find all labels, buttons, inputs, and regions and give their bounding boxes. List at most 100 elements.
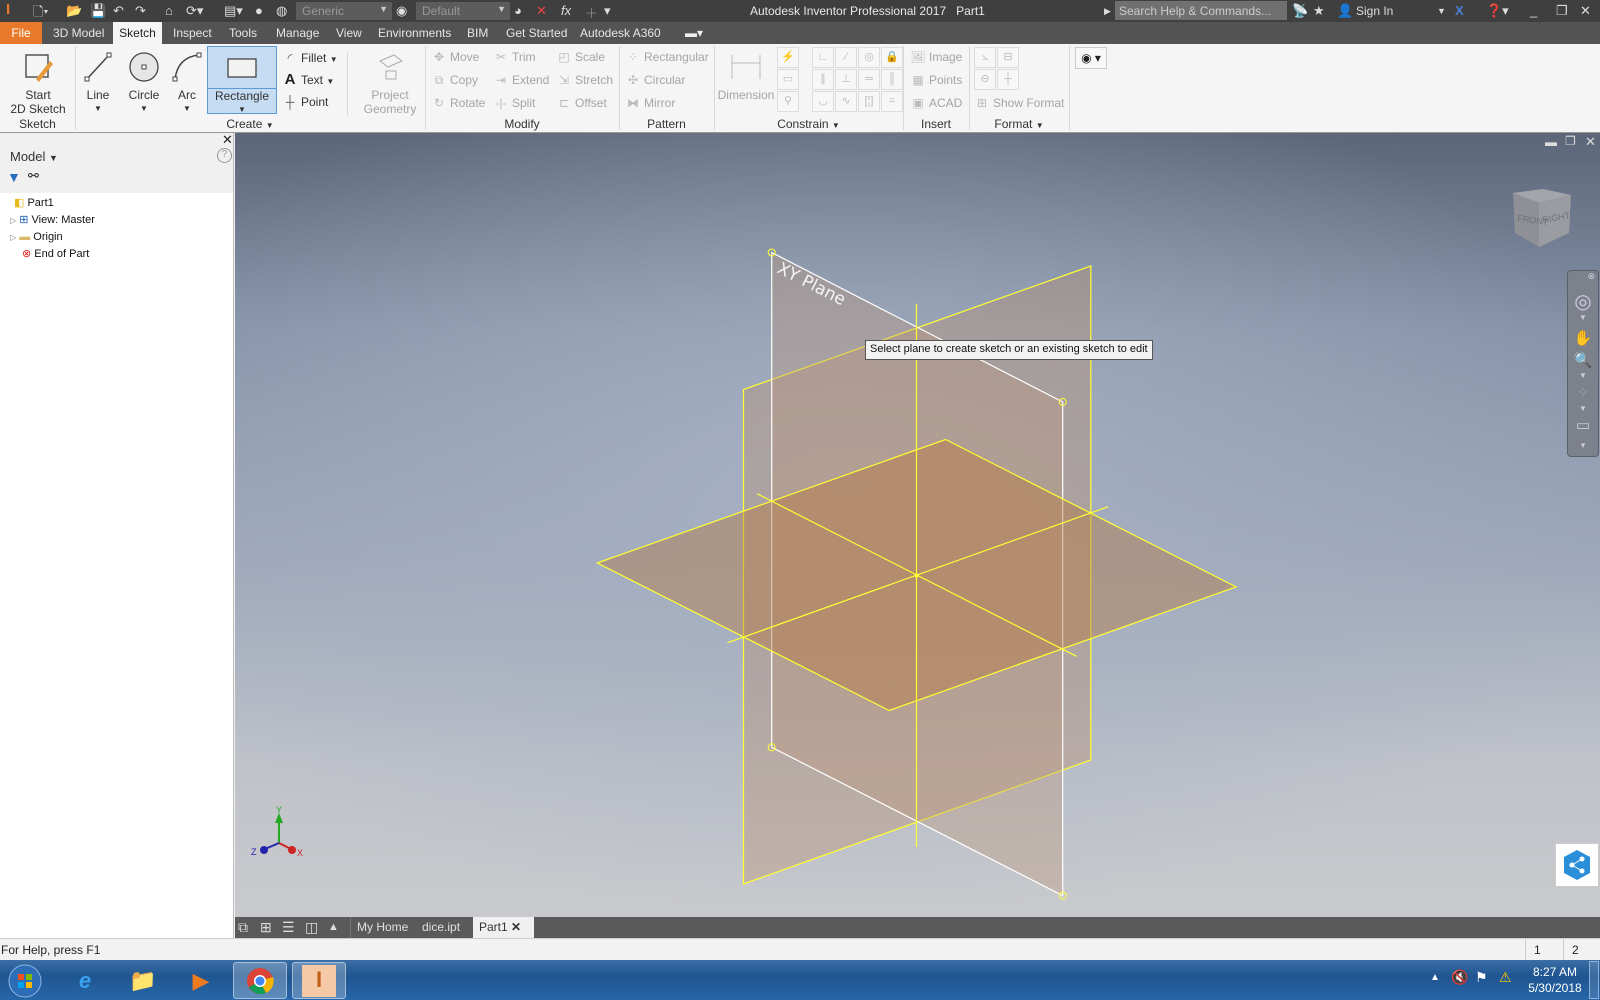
symmetric-constraint-icon[interactable]: [¦] (858, 91, 880, 112)
split-button[interactable]: -|- Split (493, 93, 535, 113)
chevron-down-icon[interactable]: ▼ (1568, 313, 1598, 322)
material-combo[interactable]: Default ▼ (416, 2, 510, 20)
viewport-close-icon[interactable]: ✕ (1585, 134, 1596, 150)
restore-icon[interactable]: ❐ (1556, 3, 1568, 19)
close-icon[interactable]: ✕ (1580, 3, 1591, 19)
project-geometry-button[interactable]: Project Geometry (360, 46, 420, 116)
customize-icon[interactable]: ▾ (1568, 440, 1598, 451)
adjust-icon[interactable]: ◕ (514, 3, 522, 18)
dimension-button[interactable]: Dimension (716, 46, 776, 102)
select-icon[interactable]: ▤▾ (224, 3, 243, 19)
tab-file[interactable]: File (0, 22, 42, 44)
chevron-down-icon[interactable]: ▼ (1568, 371, 1598, 380)
tile-horizontal-icon[interactable]: ☰ (282, 919, 295, 936)
start-2d-sketch-button[interactable]: Start 2D Sketch (8, 46, 68, 116)
globe-icon[interactable]: ◍ (276, 3, 287, 19)
browser-title-dropdown[interactable]: Model ▼ (10, 149, 58, 164)
volume-muted-icon[interactable]: 🔇 (1451, 969, 1468, 986)
centerline-icon[interactable]: ⊖ (974, 69, 996, 90)
tab-get-started[interactable]: Get Started (506, 22, 567, 44)
tree-item-origin[interactable]: ▷ ▬ Origin (10, 229, 63, 246)
tree-item-end-of-part[interactable]: ⊗ End of Part (22, 246, 89, 263)
doc-tab-dice[interactable]: dice.ipt (416, 917, 466, 938)
coincident-constraint-icon[interactable]: ∟ (812, 47, 834, 68)
start-button[interactable] (2, 962, 48, 999)
home-icon[interactable]: ⌂ (165, 3, 173, 18)
offset-button[interactable]: ⊏ Offset (556, 93, 607, 113)
steering-wheel-icon[interactable]: ◎ (1568, 289, 1598, 314)
communication-center-icon[interactable]: 📡 (1292, 3, 1308, 19)
fillet-button[interactable]: ◜ Fillet ▼ (282, 48, 338, 68)
circle-button[interactable]: Circle ▼ (124, 46, 164, 116)
points-button[interactable]: ▦ Points (910, 70, 962, 90)
expand-search-icon[interactable]: ▶ (1104, 6, 1111, 17)
arc-button[interactable]: Arc ▼ (170, 46, 204, 116)
graphics-viewport[interactable]: XY Plane Select plane to create sketch o… (235, 133, 1600, 917)
vertical-constraint-icon[interactable]: ║ (881, 69, 903, 90)
tab-sketch[interactable]: Sketch (113, 22, 162, 44)
network-warning-icon[interactable]: ⚠ (1499, 969, 1512, 986)
tab-inspect[interactable]: Inspect (173, 22, 212, 44)
perpendicular-constraint-icon[interactable]: ⊥ (835, 69, 857, 90)
share-view-button[interactable] (1555, 843, 1599, 887)
tab-tools[interactable]: Tools (229, 22, 257, 44)
action-center-flag-icon[interactable]: ⚑ (1475, 969, 1488, 986)
expand-icon[interactable]: ▷ (10, 216, 16, 225)
tile-icon[interactable]: ⊞ (260, 919, 272, 936)
rotate-button[interactable]: ↻ Rotate (431, 93, 485, 113)
tab-view[interactable]: View (336, 22, 362, 44)
chevron-down-icon[interactable]: ▼ (1568, 404, 1598, 413)
collinear-constraint-icon[interactable]: ⁄ (835, 47, 857, 68)
smooth-constraint-icon[interactable]: ∿ (835, 91, 857, 112)
close-navbar-icon[interactable]: ⊗ (1568, 271, 1598, 282)
zoom-icon[interactable]: 🔍 (1568, 351, 1598, 369)
viewport-restore-icon[interactable]: ❐ (1565, 134, 1576, 148)
tab-manage[interactable]: Manage (276, 22, 319, 44)
clock[interactable]: 8:27 AM 5/30/2018 (1522, 964, 1588, 996)
panel-toggle-icon[interactable]: ▬▾ (685, 22, 703, 44)
mirror-button[interactable]: ⧓ Mirror (625, 93, 675, 113)
filter-icon[interactable]: ▼ (7, 169, 21, 185)
file-explorer-icon[interactable]: 📁 (116, 962, 170, 999)
close-browser-icon[interactable]: ✕ (222, 132, 233, 148)
stretch-button[interactable]: ⇲ Stretch (556, 70, 613, 90)
redo-icon[interactable]: ↷ (135, 3, 146, 19)
driven-dimension-icon[interactable]: ⊟ (997, 47, 1019, 68)
help-icon[interactable]: ❓▾ (1486, 3, 1509, 19)
trim-button[interactable]: ✂ Trim (493, 47, 536, 67)
circular-pattern-button[interactable]: ✣ Circular (625, 70, 685, 90)
open-icon[interactable]: 📂 (66, 3, 82, 19)
viewport-minimize-icon[interactable]: ▬ (1545, 135, 1557, 149)
show-format-button[interactable]: ⊞ Show Format (974, 93, 1064, 113)
image-button[interactable]: 🖼 Image (910, 47, 962, 67)
center-point[interactable] (914, 573, 919, 578)
parallel-constraint-icon[interactable]: ∥ (812, 69, 834, 90)
acad-button[interactable]: ▣ ACAD (910, 93, 962, 113)
chrome-icon[interactable] (233, 962, 287, 999)
clear-override-icon[interactable]: ✕ (536, 3, 547, 19)
color-icon[interactable]: ● (255, 3, 263, 18)
help-icon[interactable]: ? (217, 148, 232, 163)
tab-bim[interactable]: BIM (467, 22, 488, 44)
viewcube[interactable]: FRONT RIGHT (1505, 181, 1585, 261)
auto-dimension-icon[interactable]: ⚡ (777, 47, 799, 68)
fx-icon[interactable]: fx (561, 3, 571, 18)
save-icon[interactable]: 💾 (90, 3, 106, 19)
doc-tab-my-home[interactable]: My Home (350, 917, 414, 938)
minimize-icon[interactable]: _ (1530, 3, 1537, 18)
center-point-icon[interactable]: ┼ (997, 69, 1019, 90)
search-input[interactable]: Search Help & Commands... (1115, 1, 1287, 20)
cascade-icon[interactable]: ⧉ (238, 919, 248, 936)
plus-icon[interactable]: ＋ (585, 3, 598, 22)
user-icon[interactable]: 👤 (1337, 3, 1353, 19)
customize-icon[interactable]: ▾ (604, 3, 611, 19)
tab-3d-model[interactable]: 3D Model (53, 22, 104, 44)
look-at-icon[interactable]: ▭ (1568, 416, 1598, 434)
inventor-logo-icon[interactable]: I (6, 1, 10, 18)
media-player-icon[interactable]: ▶ (174, 962, 228, 999)
tile-vertical-icon[interactable]: ◫ (305, 919, 318, 936)
horizontal-constraint-icon[interactable]: ═ (858, 69, 880, 90)
appearance-combo[interactable]: Generic ▼ (296, 2, 392, 20)
show-constraints-icon[interactable]: ▭ (777, 69, 799, 90)
rectangle-button[interactable]: Rectangle ▼ (207, 46, 277, 114)
